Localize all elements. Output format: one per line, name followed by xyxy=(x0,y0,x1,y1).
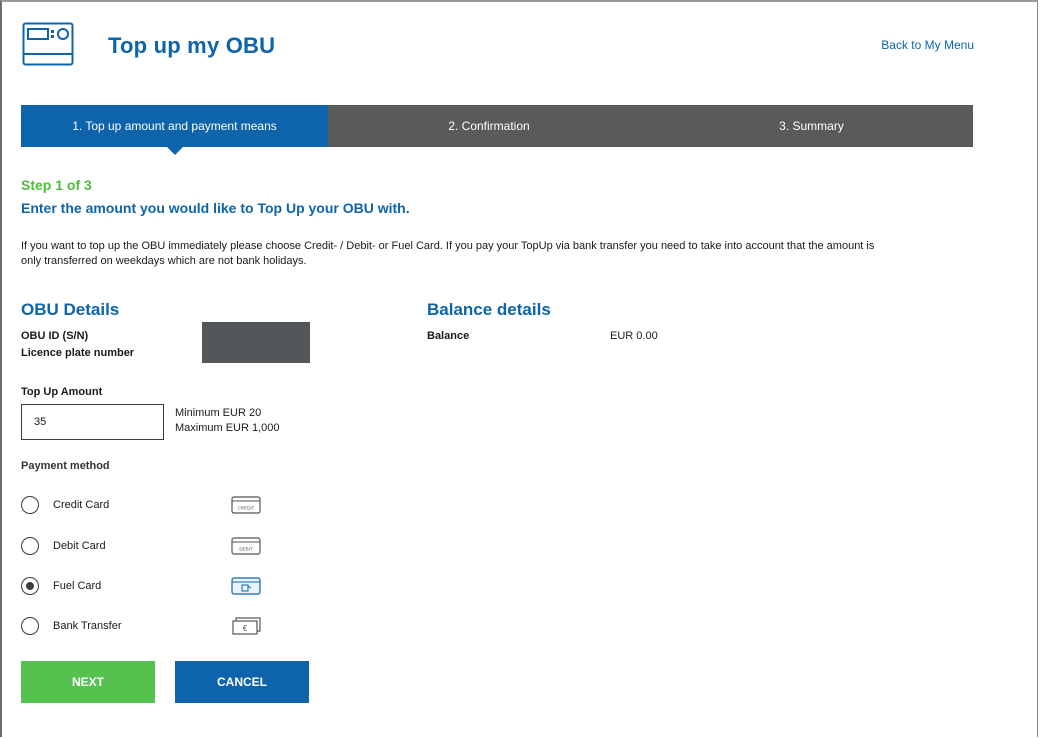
licence-plate-label: Licence plate number xyxy=(21,347,135,359)
balance-label: Balance xyxy=(427,330,470,342)
info-text-line-1: If you want to top up the OBU immediatel… xyxy=(21,240,875,252)
fuel-card-icon xyxy=(231,577,261,595)
fuel-card-radio[interactable] xyxy=(21,577,39,595)
top-up-amount-input[interactable] xyxy=(21,404,164,440)
debit-card-radio[interactable] xyxy=(21,537,39,555)
cancel-button[interactable]: CANCEL xyxy=(175,661,309,703)
progress-stepper: 1. Top up amount and payment means 2. Co… xyxy=(21,105,973,155)
obu-id-label: OBU ID (S/N) xyxy=(21,330,89,342)
fuel-card-label: Fuel Card xyxy=(53,580,102,592)
payment-option-fuel-card[interactable]: Fuel Card xyxy=(21,577,281,599)
obu-device-icon xyxy=(22,22,74,66)
page-title: Top up my OBU xyxy=(108,33,276,58)
amount-limits: Minimum EUR 20 Maximum EUR 1,000 xyxy=(175,406,280,436)
credit-card-radio[interactable] xyxy=(21,496,39,514)
balance-details-title: Balance details xyxy=(427,300,551,319)
payment-method-label: Payment method xyxy=(21,460,110,472)
redacted-obu-values xyxy=(202,322,310,363)
debit-card-icon-text: DEBIT xyxy=(239,547,253,552)
credit-card-label: Credit Card xyxy=(53,499,110,511)
section-heading: Enter the amount you would like to Top U… xyxy=(21,200,410,216)
bank-transfer-label: Bank Transfer xyxy=(53,620,122,632)
back-to-menu-link[interactable]: Back to My Menu xyxy=(881,38,974,52)
obu-details-title: OBU Details xyxy=(21,300,120,319)
top-up-amount-label: Top Up Amount xyxy=(21,386,103,398)
balance-value: EUR 0.00 xyxy=(610,330,658,342)
payment-option-credit-card[interactable]: Credit Card CREDIT xyxy=(21,496,281,518)
credit-card-icon-text: CREDIT xyxy=(238,506,255,511)
payment-option-bank-transfer[interactable]: Bank Transfer € xyxy=(21,617,281,639)
banknote-icon-text: € xyxy=(243,624,248,633)
info-text: If you want to top up the OBU immediatel… xyxy=(21,239,981,269)
minimum-amount: Minimum EUR 20 xyxy=(175,407,262,419)
info-text-line-2: only transferred on weekdays which are n… xyxy=(21,255,307,267)
step-tab-summary[interactable]: 3. Summary xyxy=(650,105,973,147)
bank-transfer-radio[interactable] xyxy=(21,617,39,635)
banknote-icon: € xyxy=(232,617,261,635)
step-tab-confirmation[interactable]: 2. Confirmation xyxy=(328,105,650,147)
step-indicator: Step 1 of 3 xyxy=(21,177,92,193)
debit-card-icon: DEBIT xyxy=(231,537,261,555)
step-tab-amount[interactable]: 1. Top up amount and payment means xyxy=(21,105,328,155)
debit-card-label: Debit Card xyxy=(53,540,106,552)
maximum-amount: Maximum EUR 1,000 xyxy=(175,422,280,434)
payment-option-debit-card[interactable]: Debit Card DEBIT xyxy=(21,537,281,559)
credit-card-icon: CREDIT xyxy=(231,496,261,514)
next-button[interactable]: NEXT xyxy=(21,661,155,703)
